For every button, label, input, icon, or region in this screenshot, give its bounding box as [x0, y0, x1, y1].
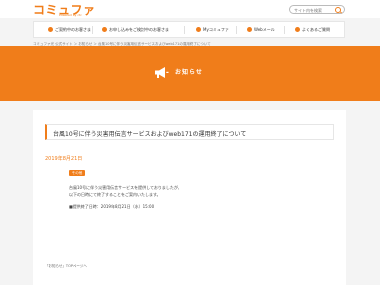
nav-item-faq[interactable]: よくあるご質問: [295, 22, 330, 37]
nav-item-label: Webメール: [254, 26, 275, 32]
article-body-line: 以下の日時にて終了することをご案内いたします。: [69, 192, 161, 197]
nav-item-current-customers[interactable]: ご契約中のお客さま: [48, 22, 91, 37]
page-title: お知らせ: [175, 69, 203, 76]
nav-item-prospective-customers[interactable]: お申し込みをご検討中のお客さま: [102, 22, 169, 37]
article-date: 2019年8月21日: [45, 156, 83, 162]
article-title-box: 台風10号に伴う災害用伝言サービスおよびweb171の運用終了について: [45, 124, 334, 140]
back-to-news-link[interactable]: 「お知らせ」TOPページへ: [45, 264, 87, 269]
search-box[interactable]: [289, 5, 345, 14]
person-icon: [48, 27, 53, 32]
nav-divider: [284, 26, 285, 34]
document-icon: [102, 27, 107, 32]
mail-icon: [247, 27, 252, 32]
nav-item-label: お申し込みをご検討中のお客さま: [109, 26, 169, 32]
nav-divider: [92, 26, 93, 34]
nav-item-webmail[interactable]: Webメール: [247, 22, 275, 37]
megaphone-icon: [155, 67, 169, 78]
question-icon: [295, 27, 300, 32]
category-badge: その他: [69, 170, 85, 176]
search-input[interactable]: [294, 7, 332, 13]
nav-item-my-commufa[interactable]: Myコミュファ: [196, 22, 229, 37]
nav-item-label: Myコミュファ: [203, 26, 229, 32]
nav-item-label: よくあるご質問: [302, 26, 330, 32]
site-header: コミュファ Powered by ctc: [0, 0, 380, 18]
article-title: 台風10号に伴う災害用伝言サービスおよびweb171の運用終了について: [53, 131, 247, 138]
global-nav: ご契約中のお客さま お申し込みをご検討中のお客さま Myコミュファ Webメール…: [33, 21, 345, 38]
logo-subtitle: Powered by ctc: [59, 13, 82, 17]
article-body-line: 台風10号に伴う災害用伝言サービスを提供しておりましたが、: [69, 185, 182, 190]
nav-divider: [184, 26, 185, 34]
article-panel: 台風10号に伴う災害用伝言サービスおよびweb171の運用終了について 2019…: [33, 110, 346, 285]
nav-item-label: ご契約中のお客さま: [55, 26, 91, 32]
article-end-time: ■提供終了日時：2019年8月21日（水）15:00: [69, 204, 155, 209]
search-icon[interactable]: [335, 7, 341, 13]
person-icon: [196, 27, 201, 32]
nav-divider: [236, 26, 237, 34]
